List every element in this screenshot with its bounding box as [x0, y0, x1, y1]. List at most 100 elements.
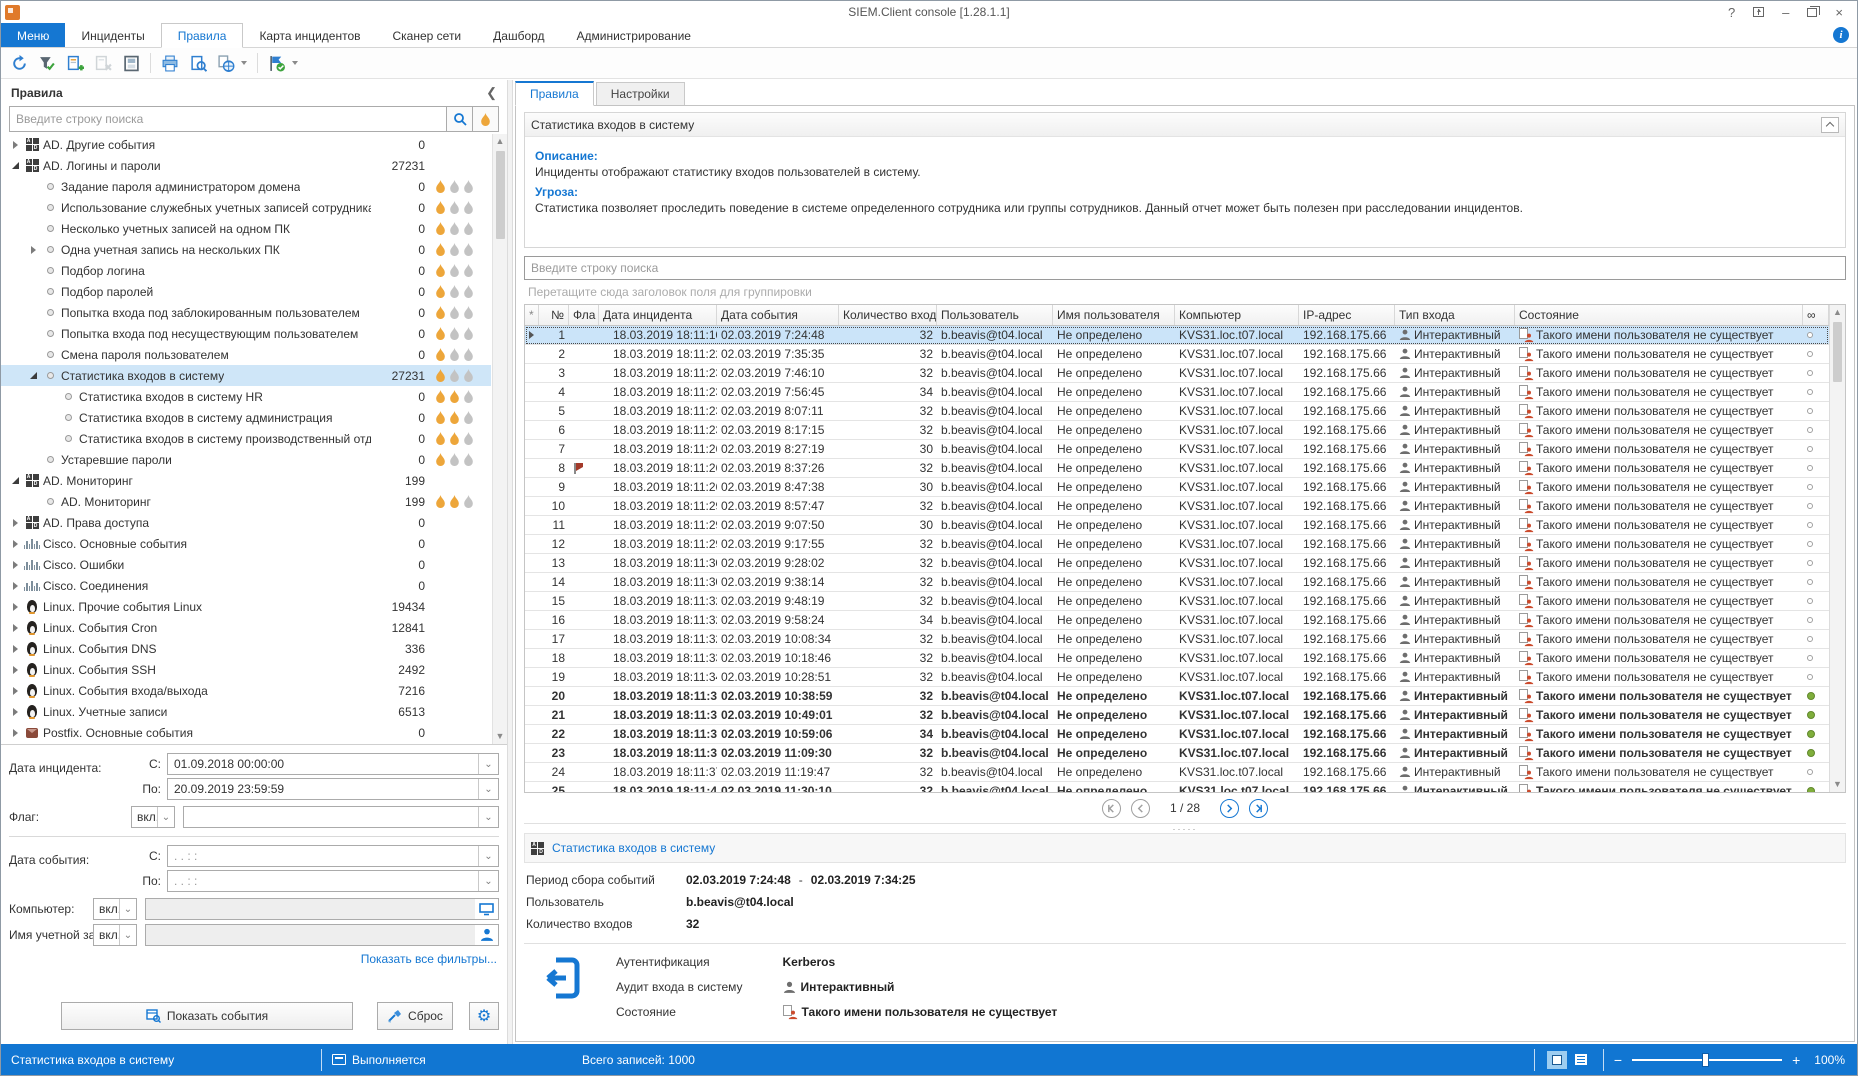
incident-row[interactable]: 518.03.2019 18:11:2302.03.2019 8:07:1132… [525, 402, 1829, 421]
event-date-to-input[interactable]: . . : : ⌄ [167, 870, 499, 892]
tree-item[interactable]: Linux. События Cron12841 [1, 617, 491, 638]
info-icon[interactable]: i [1833, 27, 1849, 43]
tree-item[interactable]: Попытка входа под заблокированным пользо… [1, 302, 491, 323]
tree-item[interactable]: Статистика входов в систему27231 [1, 365, 491, 386]
incident-row[interactable]: 1618.03.2019 18:11:3202.03.2019 9:58:243… [525, 611, 1829, 630]
account-picker-icon[interactable] [475, 924, 499, 946]
restore-icon[interactable] [1807, 8, 1817, 17]
tree-item[interactable]: ADAD. Права доступа0 [1, 512, 491, 533]
table-scrollbar[interactable]: ▲ ▼ [1829, 305, 1845, 792]
dropdown-icon[interactable]: ⌄ [478, 871, 498, 891]
account-mode-select[interactable]: вкл.⌄ [93, 924, 137, 946]
tree-item[interactable]: Одна учетная запись на нескольких ПК0 [1, 239, 491, 260]
tab-settings[interactable]: Настройки [596, 82, 685, 106]
flame-filter-icon[interactable] [472, 107, 498, 131]
expander-right-icon[interactable] [7, 666, 23, 674]
tree-item[interactable]: Устаревшие пароли0 [1, 449, 491, 470]
close-icon[interactable]: × [1835, 6, 1843, 19]
expander-right-icon[interactable] [7, 603, 23, 611]
rules-search-input[interactable] [10, 107, 446, 131]
search-icon[interactable] [446, 107, 472, 131]
tree-item[interactable]: Linux. События DNS336 [1, 638, 491, 659]
column-header[interactable]: Пользователь [937, 305, 1053, 325]
first-page-button[interactable] [1102, 799, 1121, 818]
tree-item[interactable]: Linux. Прочие события Linux19434 [1, 596, 491, 617]
incident-date-from-input[interactable]: 01.09.2018 00:00:00 ⌄ [167, 753, 499, 775]
card-view-toggle-icon[interactable] [1571, 1051, 1591, 1069]
expander-right-icon[interactable] [7, 582, 23, 590]
nav-tab-дашборд[interactable]: Дашборд [477, 23, 560, 47]
print-icon[interactable] [158, 51, 182, 75]
tree-item[interactable]: Linux. События SSH2492 [1, 659, 491, 680]
expander-right-icon[interactable] [7, 141, 23, 149]
expander-down-icon[interactable] [25, 372, 41, 379]
expander-right-icon[interactable] [25, 246, 41, 254]
expander-down-icon[interactable] [7, 162, 23, 169]
expander-right-icon[interactable] [7, 729, 23, 737]
dropdown-caret-icon[interactable] [292, 61, 298, 65]
incident-row[interactable]: 1718.03.2019 18:11:3202.03.2019 10:08:34… [525, 630, 1829, 649]
expander-right-icon[interactable] [7, 708, 23, 716]
incident-row[interactable]: 2118.03.2019 18:11:3402.03.2019 10:49:01… [525, 706, 1829, 725]
tree-item[interactable]: ADAD. Логины и пароли27231 [1, 155, 491, 176]
tree-item[interactable]: ADAD. Мониторинг199 [1, 470, 491, 491]
incident-row[interactable]: 818.03.2019 18:11:2602.03.2019 8:37:2632… [525, 459, 1829, 478]
dropdown-icon[interactable]: ⌄ [478, 779, 498, 799]
tree-scrollbar[interactable]: ▲ ▼ [492, 134, 507, 744]
column-header[interactable]: Количество вход [839, 305, 937, 325]
event-date-from-input[interactable]: . . : : ⌄ [167, 845, 499, 867]
card-view-icon[interactable] [119, 51, 143, 75]
incidents-search-input[interactable]: Введите строку поиска [524, 256, 1846, 280]
flag-value-select[interactable]: ⌄ [183, 806, 499, 828]
grid-view-icon[interactable] [1547, 1051, 1567, 1069]
tree-item[interactable]: Несколько учетных записей на одном ПК0 [1, 218, 491, 239]
tree-item[interactable]: Postfix. Основные события0 [1, 722, 491, 743]
next-page-button[interactable] [1220, 799, 1239, 818]
account-input[interactable] [145, 924, 475, 946]
dropdown-icon[interactable]: ⌄ [478, 846, 498, 866]
last-page-button[interactable] [1249, 799, 1268, 818]
expander-right-icon[interactable] [7, 540, 23, 548]
incident-row[interactable]: 618.03.2019 18:11:2302.03.2019 8:17:1532… [525, 421, 1829, 440]
zoom-out-icon[interactable]: − [1614, 1053, 1622, 1067]
filter-settings-gear-icon[interactable]: ⚙ [469, 1002, 499, 1030]
column-header[interactable]: Тип входа [1395, 305, 1515, 325]
dropdown-icon[interactable]: ⌄ [478, 754, 498, 774]
minimize-icon[interactable]: – [1782, 6, 1789, 19]
expander-right-icon[interactable] [7, 519, 23, 527]
column-header[interactable]: Дата инцидента [599, 305, 717, 325]
tree-item[interactable]: Подбор логина0 [1, 260, 491, 281]
tree-item[interactable]: Попытка входа под несуществующим пользов… [1, 323, 491, 344]
flag-mode-select[interactable]: вкл. ⌄ [131, 806, 175, 828]
zoom-in-icon[interactable]: + [1792, 1053, 1800, 1067]
dropdown-caret-icon[interactable] [241, 61, 247, 65]
incident-row[interactable]: 918.03.2019 18:11:2602.03.2019 8:47:3830… [525, 478, 1829, 497]
incident-row[interactable]: 718.03.2019 18:11:2602.03.2019 8:27:1930… [525, 440, 1829, 459]
column-header[interactable]: * [525, 305, 539, 325]
column-header[interactable]: Фла [569, 305, 599, 325]
column-header[interactable]: Состояние [1515, 305, 1803, 325]
nav-tab-инциденты[interactable]: Инциденты [65, 23, 160, 47]
show-events-button[interactable]: Показать события [61, 1002, 353, 1030]
nav-tab-карта-инцидентов[interactable]: Карта инцидентов [243, 23, 376, 47]
incident-row[interactable]: 1218.03.2019 18:11:2902.03.2019 9:17:553… [525, 535, 1829, 554]
expander-right-icon[interactable] [7, 561, 23, 569]
incident-row[interactable]: 2218.03.2019 18:11:3602.03.2019 10:59:06… [525, 725, 1829, 744]
tree-item[interactable]: Cisco. Основные события0 [1, 533, 491, 554]
tree-item[interactable]: Использование служебных учетных записей … [1, 197, 491, 218]
incident-row[interactable]: 1518.03.2019 18:11:3202.03.2019 9:48:193… [525, 592, 1829, 611]
incident-row[interactable]: 1318.03.2019 18:11:3002.03.2019 9:28:023… [525, 554, 1829, 573]
expander-down-icon[interactable] [7, 477, 23, 484]
tree-item[interactable]: Статистика входов в систему HR0 [1, 386, 491, 407]
incident-row[interactable]: 318.03.2019 18:11:2302.03.2019 7:46:1032… [525, 364, 1829, 383]
tree-item[interactable]: Cisco. Ошибки0 [1, 554, 491, 575]
flag-check-icon[interactable] [265, 51, 289, 75]
column-header[interactable]: ∞ [1803, 305, 1829, 325]
computer-mode-select[interactable]: вкл.⌄ [93, 898, 137, 920]
reset-button[interactable]: Сброс [377, 1002, 453, 1030]
filter-check-icon[interactable] [35, 51, 59, 75]
computer-picker-icon[interactable] [475, 898, 499, 920]
nav-tab-администрирование[interactable]: Администрирование [561, 23, 707, 47]
prev-page-button[interactable] [1131, 799, 1150, 818]
tree-item[interactable]: Смена пароля пользователем0 [1, 344, 491, 365]
